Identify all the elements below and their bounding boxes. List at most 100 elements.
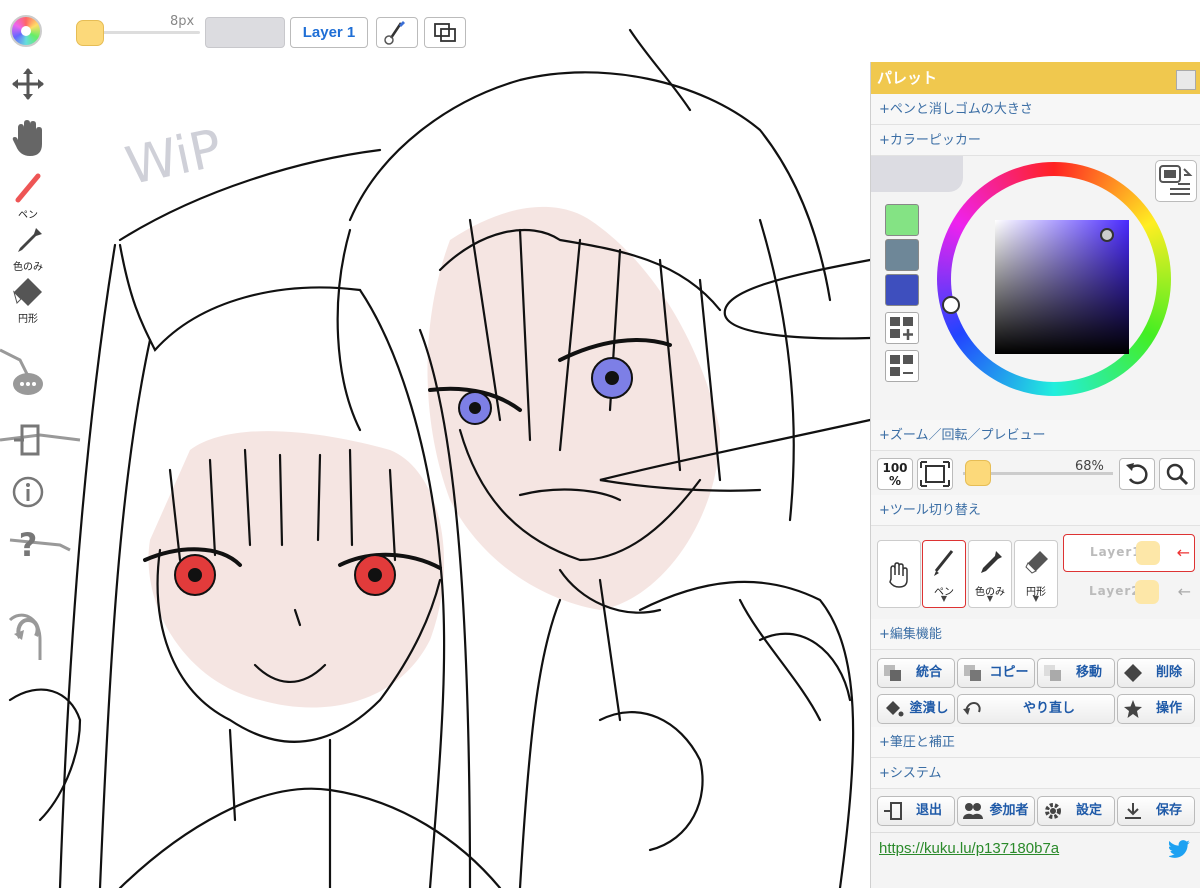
color-mode-button[interactable] bbox=[1155, 160, 1197, 202]
eyedropper-tool-label: 色のみ bbox=[13, 262, 43, 273]
fill-button-label: 塗潰し bbox=[909, 701, 949, 716]
layer-2-opacity-knob[interactable] bbox=[1135, 580, 1159, 604]
redo-button[interactable]: やり直し bbox=[957, 694, 1115, 724]
eraser-icon bbox=[1025, 551, 1048, 574]
transform-icon bbox=[434, 23, 456, 42]
layer-row-2[interactable]: Layer2 ← bbox=[1063, 574, 1195, 612]
participants-button-label: 参加者 bbox=[989, 803, 1029, 818]
hand-tool-button[interactable] bbox=[877, 540, 921, 608]
current-color-swatch[interactable] bbox=[205, 17, 285, 48]
fit-screen-icon bbox=[920, 461, 950, 487]
exit-button-label: 退出 bbox=[915, 803, 942, 818]
hue-selector-knob[interactable] bbox=[942, 296, 960, 314]
layer-2-name: Layer2 bbox=[1089, 584, 1141, 598]
preview-button[interactable] bbox=[1159, 458, 1195, 490]
door-icon bbox=[14, 424, 40, 456]
info-button[interactable] bbox=[6, 474, 50, 514]
palette-title: パレット bbox=[877, 69, 938, 87]
settings-button[interactable]: 設定 bbox=[1037, 796, 1115, 826]
pen-tool-dropdown-arrow[interactable]: ▼ bbox=[923, 594, 965, 603]
shape-tool[interactable]: 円形 bbox=[6, 276, 50, 325]
rotate-button[interactable] bbox=[1119, 458, 1155, 490]
participants-button[interactable]: 参加者 bbox=[957, 796, 1035, 826]
chat-button[interactable] bbox=[6, 368, 50, 404]
merge-icon bbox=[884, 665, 901, 681]
gear-icon bbox=[1045, 803, 1061, 819]
color-swatch-3[interactable] bbox=[885, 274, 919, 306]
section-system[interactable]: +システム bbox=[871, 758, 1200, 789]
shape-tool-dropdown-arrow[interactable]: ▼ bbox=[1015, 594, 1057, 603]
pen-tool[interactable]: ペン bbox=[6, 172, 50, 221]
section-tool-switch[interactable]: +ツール切り替え bbox=[871, 495, 1200, 526]
settings-button-label: 設定 bbox=[1075, 803, 1102, 818]
shape-tool-label: 円形 bbox=[18, 314, 38, 325]
delete-button-label: 削除 bbox=[1155, 665, 1182, 680]
brush-size-slider-knob[interactable] bbox=[76, 20, 104, 46]
add-swatch-button[interactable] bbox=[885, 312, 919, 344]
pen-tool-button[interactable]: ペン ▼ bbox=[922, 540, 966, 608]
twitter-icon[interactable] bbox=[1169, 840, 1191, 860]
layer-1-name: Layer1 bbox=[1090, 545, 1142, 559]
operation-button[interactable]: 操作 bbox=[1117, 694, 1195, 724]
section-pen-eraser-size[interactable]: +ペンと消しゴムの大きさ bbox=[871, 94, 1200, 125]
section-color-picker[interactable]: +カラーピッカー bbox=[871, 125, 1200, 156]
save-button[interactable]: 保存 bbox=[1117, 796, 1195, 826]
top-toolbar: 8px Layer 1 bbox=[0, 0, 860, 64]
redo-icon bbox=[963, 701, 981, 715]
palette-close-button[interactable] bbox=[1176, 70, 1196, 90]
hand-tool[interactable] bbox=[6, 118, 50, 162]
brush-settings-icon bbox=[384, 21, 405, 45]
brush-size-label: 8px bbox=[170, 14, 195, 29]
star-icon bbox=[1124, 700, 1142, 718]
fit-screen-button[interactable] bbox=[917, 458, 953, 490]
exit-door-button[interactable] bbox=[6, 422, 50, 462]
eyedropper-tool-dropdown-arrow[interactable]: ▼ bbox=[969, 594, 1011, 603]
brush-settings-button[interactable] bbox=[376, 17, 418, 48]
move-button-label: 移動 bbox=[1075, 665, 1102, 680]
magnifier-icon bbox=[1166, 463, 1189, 486]
people-icon bbox=[963, 803, 983, 819]
section-zoom-rotate-preview[interactable]: +ズーム／回転／プレビュー bbox=[871, 420, 1200, 451]
exit-button[interactable]: 退出 bbox=[877, 796, 955, 826]
merge-button[interactable]: 統合 bbox=[877, 658, 955, 688]
undo-button[interactable] bbox=[6, 612, 50, 652]
layer-select-button[interactable]: Layer 1 bbox=[290, 17, 368, 48]
shape-tool-button[interactable]: 円形 ▼ bbox=[1014, 540, 1058, 608]
exit-icon bbox=[884, 802, 902, 820]
rotate-icon bbox=[1126, 463, 1148, 485]
zoom-slider-knob[interactable] bbox=[965, 460, 991, 486]
color-wheel[interactable] bbox=[937, 162, 1171, 412]
color-swatch-2[interactable] bbox=[885, 239, 919, 271]
undo-icon bbox=[14, 617, 40, 640]
download-icon bbox=[1125, 803, 1141, 819]
layer-1-active-arrow-icon: ← bbox=[1176, 543, 1190, 562]
zoom-100-button[interactable]: 100 % bbox=[877, 458, 913, 490]
color-mode-icon bbox=[1159, 165, 1193, 195]
wip-text: WiP bbox=[121, 119, 227, 198]
pencil-icon bbox=[934, 550, 954, 576]
room-url-link[interactable]: https://kuku.lu/p137180b7a bbox=[879, 840, 1059, 857]
copy-button[interactable]: コピー bbox=[957, 658, 1035, 688]
transform-button[interactable] bbox=[424, 17, 466, 48]
fill-button[interactable]: 塗潰し bbox=[877, 694, 955, 724]
info-icon bbox=[12, 476, 44, 508]
eraser-icon bbox=[13, 278, 42, 306]
swap-swatch-button[interactable] bbox=[885, 350, 919, 382]
operation-button-label: 操作 bbox=[1155, 701, 1182, 716]
move-button[interactable]: 移動 bbox=[1037, 658, 1115, 688]
redo-button-label: やり直し bbox=[1022, 701, 1075, 716]
layer-row-1[interactable]: Layer1 ← bbox=[1063, 534, 1195, 572]
help-button[interactable]: ? bbox=[6, 526, 50, 566]
eyedropper-tool[interactable]: 色のみ bbox=[6, 224, 50, 273]
eyedropper-tool-button[interactable]: 色のみ ▼ bbox=[968, 540, 1012, 608]
color-swatch-1[interactable] bbox=[885, 204, 919, 236]
delete-button[interactable]: 削除 bbox=[1117, 658, 1195, 688]
section-edit-functions[interactable]: +編集機能 bbox=[871, 619, 1200, 650]
move-tool[interactable] bbox=[6, 66, 50, 106]
pencil-icon bbox=[15, 173, 41, 203]
color-wheel-button[interactable] bbox=[10, 15, 42, 47]
hand-icon bbox=[889, 562, 908, 588]
color-selector-knob[interactable] bbox=[1100, 228, 1114, 242]
section-pressure-correction[interactable]: +筆圧と補正 bbox=[871, 727, 1200, 758]
layer-1-opacity-knob[interactable] bbox=[1136, 541, 1160, 565]
